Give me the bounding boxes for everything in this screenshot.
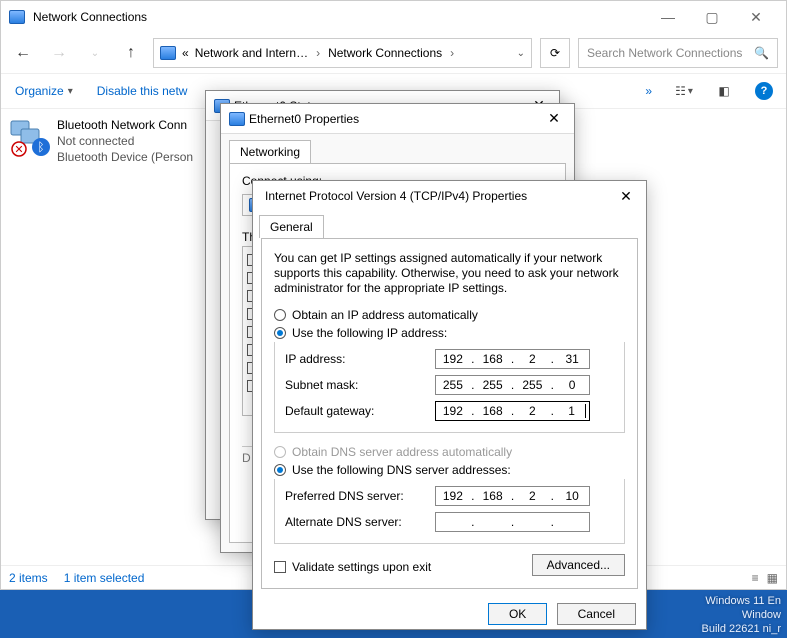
window-buttons: — ▢ ✕ [646, 1, 778, 33]
address-dropdown[interactable]: ⌄ [517, 48, 525, 59]
nav-row: ← → ⌄ ↑ « Network and Intern… › Network … [1, 33, 786, 73]
validate-checkbox[interactable] [274, 561, 286, 573]
minimize-button[interactable]: — [646, 1, 690, 33]
refresh-button[interactable]: ⟳ [540, 38, 570, 68]
chevron-right-icon[interactable]: › [314, 46, 322, 60]
toolbar-overflow[interactable]: » [639, 80, 658, 102]
location-icon [160, 46, 176, 60]
close-icon[interactable]: ✕ [542, 110, 566, 127]
up-button[interactable]: ↑ [117, 39, 145, 67]
radio-ip-manual[interactable]: Use the following IP address: [274, 324, 625, 342]
search-placeholder: Search Network Connections [587, 46, 754, 60]
organize-menu[interactable]: Organize▾ [9, 80, 79, 102]
alternate-dns-input[interactable]: . . . [435, 512, 590, 532]
preferred-dns-label: Preferred DNS server: [285, 489, 435, 503]
dialog-icon [229, 112, 245, 126]
radio-ip-auto[interactable]: Obtain an IP address automatically [274, 306, 625, 324]
radio-dns-manual[interactable]: Use the following DNS server addresses: [274, 461, 625, 479]
help-button[interactable]: ? [750, 77, 778, 105]
ipv4-properties-dialog: Internet Protocol Version 4 (TCP/IPv4) P… [252, 180, 647, 630]
window-title: Network Connections [33, 10, 646, 24]
device-status: Not connected [57, 133, 193, 149]
preferred-dns-input[interactable]: 192. 168. 2. 10 [435, 486, 590, 506]
chevron-right-icon[interactable]: › [448, 46, 456, 60]
view-options-button[interactable]: ☷▾ [670, 77, 698, 105]
back-button[interactable]: ← [9, 39, 37, 67]
default-gateway-input[interactable]: 192. 168. 2. 1 [435, 401, 590, 421]
maximize-button[interactable]: ▢ [690, 1, 734, 33]
details-view-icon[interactable]: ≡ [752, 571, 759, 585]
dialog-title: Internet Protocol Version 4 (TCP/IPv4) P… [261, 189, 614, 203]
svg-text:ᛒ: ᛒ [37, 140, 44, 154]
forward-button[interactable]: → [45, 39, 73, 67]
ip-address-label: IP address: [285, 352, 435, 366]
device-detail: Bluetooth Device (Person [57, 149, 193, 165]
alternate-dns-label: Alternate DNS server: [285, 515, 435, 529]
search-icon: 🔍 [754, 46, 769, 60]
cancel-button[interactable]: Cancel [557, 603, 636, 625]
device-text: Bluetooth Network Conn Not connected Blu… [57, 117, 193, 165]
tab-general[interactable]: General [259, 215, 324, 238]
status-items: 2 items [9, 571, 48, 585]
close-button[interactable]: ✕ [734, 1, 778, 33]
crumb-more[interactable]: « [182, 46, 189, 60]
radio-dns-auto: Obtain DNS server address automatically [274, 443, 625, 461]
disable-device-button[interactable]: Disable this netw [91, 80, 194, 102]
ok-button[interactable]: OK [488, 603, 547, 625]
tab-networking[interactable]: Networking [229, 140, 311, 163]
svg-text:✕: ✕ [14, 144, 23, 156]
device-name: Bluetooth Network Conn [57, 117, 193, 133]
window-icon [9, 10, 25, 24]
status-selected: 1 item selected [64, 571, 145, 585]
ip-address-input[interactable]: 192. 168. 2. 31 [435, 349, 590, 369]
thumbnails-view-icon[interactable]: ▦ [767, 571, 778, 585]
address-bar[interactable]: « Network and Intern… › Network Connecti… [153, 38, 532, 68]
titlebar: Network Connections — ▢ ✕ [1, 1, 786, 33]
recent-dropdown[interactable]: ⌄ [81, 39, 109, 67]
advanced-button[interactable]: Advanced... [532, 554, 625, 576]
activation-watermark: Windows 11 En Window Build 22621 ni_r [701, 594, 781, 636]
default-gateway-label: Default gateway: [285, 404, 435, 418]
validate-label: Validate settings upon exit [292, 560, 431, 574]
device-icon: ᛒ ✕ [9, 117, 51, 159]
subnet-mask-input[interactable]: 255. 255. 255. 0 [435, 375, 590, 395]
preview-pane-button[interactable]: ◧ [710, 77, 738, 105]
dialog-title: Ethernet0 Properties [245, 112, 542, 126]
search-box[interactable]: Search Network Connections 🔍 [578, 38, 778, 68]
crumb-network-internet[interactable]: Network and Intern… [195, 46, 308, 60]
intro-text: You can get IP settings assigned automat… [274, 251, 625, 296]
subnet-mask-label: Subnet mask: [285, 378, 435, 392]
close-icon[interactable]: ✕ [614, 188, 638, 205]
crumb-network-connections[interactable]: Network Connections [328, 46, 442, 60]
